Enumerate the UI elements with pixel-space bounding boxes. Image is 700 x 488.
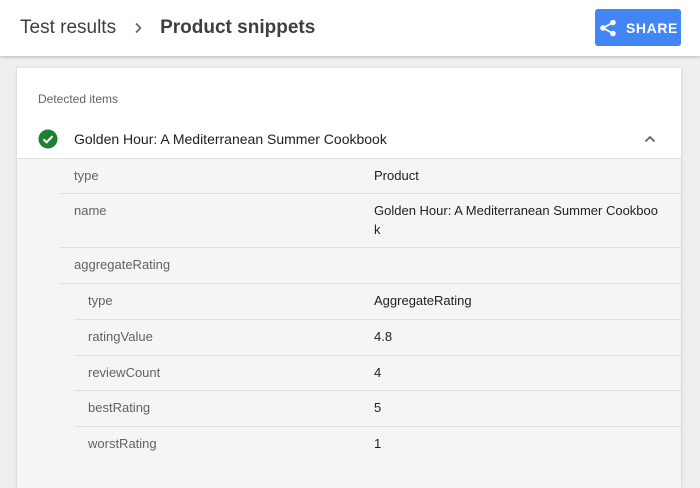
page-title: Product snippets [160,17,316,38]
property-value: 1 [374,436,382,451]
property-key: ratingValue [88,329,153,344]
property-row: aggregateRating [60,248,681,284]
property-key: reviewCount [88,365,161,380]
chevron-up-icon[interactable] [643,132,657,146]
property-row: type Product [60,159,681,194]
property-key: aggregateRating [74,257,171,272]
check-circle-icon [38,129,58,149]
property-value: 4 [374,365,382,380]
nested-property-row: bestRating 5 [74,391,681,427]
results-card: Detected items Golden Hour: A Mediterran… [17,68,681,488]
chevron-right-icon [130,20,146,36]
property-value: 4.8 [374,329,393,344]
property-value: Golden Hour: A Mediterranean Summer Cook… [374,203,658,237]
property-key: type [88,293,113,308]
property-key: type [74,168,99,183]
share-button-label: SHARE [625,19,678,36]
nested-property-row: type AggregateRating [74,284,681,320]
nested-property-row: ratingValue 4.8 [74,320,681,356]
detected-item-title: Golden Hour: A Mediterranean Summer Cook… [74,131,387,147]
nested-property-row: reviewCount 4 [74,356,681,391]
property-row: name Golden Hour: A Mediterranean Summer… [60,194,681,248]
property-key: name [74,203,107,218]
property-value: AggregateRating [374,293,472,308]
property-key: bestRating [88,400,151,415]
detected-item-header[interactable]: Golden Hour: A Mediterranean Summer Cook… [17,120,681,158]
property-value: 5 [374,400,382,415]
section-label: Detected items [38,92,119,106]
nested-property-row: worstRating 1 [74,427,681,463]
item-details: type Product name Golden Hour: A Mediter… [17,158,681,488]
share-icon [598,18,618,38]
property-key: worstRating [88,436,157,451]
share-button[interactable]: SHARE [595,9,681,46]
breadcrumb-test-results[interactable]: Test results [20,17,116,39]
property-value: Product [374,168,419,183]
top-app-bar: Test results Product snippets SHARE [0,0,700,56]
